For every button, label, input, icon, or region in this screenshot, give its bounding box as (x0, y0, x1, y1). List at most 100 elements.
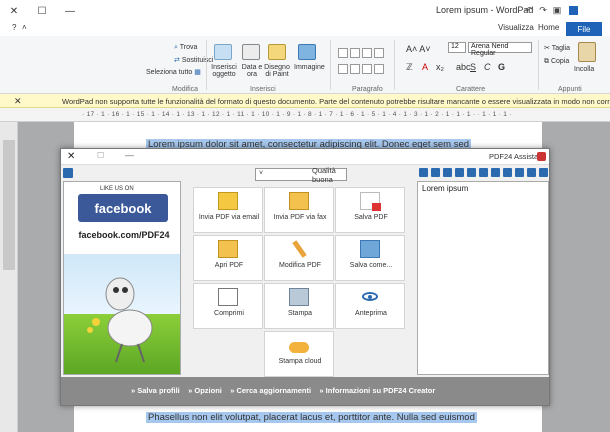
strikethrough-icon[interactable]: abc (456, 62, 471, 72)
tab-file[interactable]: File (566, 22, 602, 36)
toolbar-icon[interactable] (431, 168, 440, 177)
edit-pdf-button[interactable]: Modifica PDF (264, 235, 334, 281)
pdf24-dialog: ✕ ☐ — PDF24 Assistant ˅ Qualità buona LI… (60, 148, 550, 406)
dialog-close-button[interactable]: ✕ (67, 151, 75, 162)
ribbon-separator (538, 40, 539, 90)
close-infobar-icon[interactable]: ✕ (14, 96, 22, 107)
facebook-banner: LIKE US ON facebook facebook.com/PDF24 (64, 182, 180, 254)
compress-button[interactable]: Comprimi (193, 283, 263, 329)
outdent-icon[interactable] (374, 64, 384, 74)
about-link[interactable]: » Informazioni su PDF24 Creator (319, 386, 435, 395)
line-spacing-icon[interactable] (350, 64, 360, 74)
bold-icon[interactable]: G (498, 62, 505, 72)
toolbar-icon[interactable] (455, 168, 464, 177)
indent-icon[interactable] (362, 64, 372, 74)
font-name-select[interactable]: Arena Nend Regular (468, 42, 532, 57)
align-icon[interactable] (350, 48, 360, 58)
select-all-button[interactable]: Seleziona tutto ▦ (146, 68, 201, 76)
paste-icon[interactable] (578, 42, 596, 62)
ribbon-collapse-icon[interactable]: ˄ (22, 23, 27, 32)
insert-object-icon[interactable] (214, 44, 232, 60)
ribbon-tabs: ? ˄ Visualizza Home File (0, 22, 610, 36)
paste-label[interactable]: Incolla (574, 66, 594, 73)
pdf24-logo-icon (537, 152, 546, 161)
save-as-button[interactable]: Salva come... (335, 235, 405, 281)
find-button[interactable]: ⌕ Trova (174, 44, 197, 52)
facebook-url: facebook.com/PDF24 (78, 230, 170, 240)
qa-undo-icon[interactable]: ↶ (524, 5, 534, 15)
toolbar-icon[interactable] (503, 168, 512, 177)
qa-save-icon[interactable]: ▣ (552, 5, 562, 15)
toolbar-icon[interactable] (419, 168, 428, 177)
list-item[interactable]: Lorem ipsum (422, 184, 468, 193)
save-profiles-link[interactable]: » Salva profili (131, 386, 180, 395)
fax-pdf-button[interactable]: Invia PDF via fax (264, 187, 334, 233)
quality-select[interactable]: ˅ Qualità buona (255, 166, 347, 184)
font-grow-icon[interactable]: A˄ A˅ (406, 44, 431, 54)
group-paragraph-label: Paragrafo (352, 86, 383, 93)
replace-button[interactable]: ⇄ Sostituisci (174, 56, 213, 64)
help-icon[interactable]: ? (12, 23, 16, 32)
cloud-print-button[interactable]: Stampa cloud (264, 331, 334, 377)
ribbon-separator (206, 40, 207, 90)
toolbar-icon[interactable] (527, 168, 536, 177)
subscript-icon[interactable]: x₂ (436, 62, 444, 72)
find-icon: ⌕ (174, 44, 178, 51)
dialog-maximize-button[interactable]: ☐ (97, 151, 104, 160)
datetime-icon[interactable] (242, 44, 260, 60)
dialog-minimize-button[interactable]: — (125, 150, 134, 160)
dialog-title-bar: ✕ ☐ — PDF24 Assistant (61, 149, 549, 165)
align-icon[interactable] (362, 48, 372, 58)
sheep-mascot-icon (87, 277, 153, 363)
highlight-icon[interactable]: ℤ (406, 62, 413, 73)
list-icon[interactable] (338, 64, 348, 74)
document-list-panel[interactable]: Lorem ipsum (417, 181, 549, 375)
options-link[interactable]: » Opzioni (188, 386, 222, 395)
toolbar-icon[interactable] (491, 168, 500, 177)
preview-button[interactable]: Anteprima (335, 283, 405, 329)
folder-icon (218, 240, 238, 258)
toolbar-icon[interactable] (539, 168, 548, 177)
paint-drawing-icon[interactable] (268, 44, 286, 60)
ruler[interactable]: · 17 · 1 · 16 · 1 · 15 · 1 · 14 · 1 · 13… (0, 108, 610, 122)
print-button[interactable]: Stampa (264, 283, 334, 329)
toolbar-icon[interactable] (479, 168, 488, 177)
save-pdf-icon (360, 192, 381, 211)
compress-icon (218, 288, 238, 306)
minimize-button[interactable]: — (56, 0, 84, 22)
close-button[interactable]: ✕ (0, 0, 28, 22)
toolbar-icon[interactable] (467, 168, 476, 177)
qa-redo-icon[interactable]: ↷ (538, 5, 548, 15)
facebook-ad-panel[interactable]: LIKE US ON facebook facebook.com/PDF24 (63, 181, 181, 375)
maximize-button[interactable]: ☐ (28, 0, 56, 22)
font-color-icon[interactable]: A (422, 62, 428, 72)
fax-icon (289, 192, 309, 210)
select-all-icon: ▦ (194, 69, 201, 76)
scrollbar-thumb[interactable] (3, 140, 15, 270)
app-icon (568, 5, 578, 15)
italic-icon[interactable]: C (484, 62, 491, 72)
tab-home[interactable]: Home (538, 23, 559, 32)
image-icon[interactable] (298, 44, 316, 60)
check-updates-link[interactable]: » Cerca aggiornamenti (230, 386, 311, 395)
align-icon[interactable] (374, 48, 384, 58)
save-as-icon (360, 240, 380, 258)
toolbar-icon[interactable] (515, 168, 524, 177)
vertical-scrollbar[interactable] (0, 122, 18, 432)
tab-view[interactable]: Visualizza (498, 23, 534, 32)
dialog-toolbar (417, 166, 549, 179)
font-size-select[interactable]: 12 (448, 42, 466, 53)
email-pdf-button[interactable]: Invia PDF via email (193, 187, 263, 233)
align-icon[interactable] (338, 48, 348, 58)
pencil-icon (289, 240, 309, 258)
printer-icon (289, 288, 309, 306)
document-line[interactable]: Phasellus non elit volutpat, placerat la… (146, 412, 477, 423)
toolbar-icon[interactable] (443, 168, 452, 177)
cut-button[interactable]: ✂ Taglia (544, 44, 570, 52)
save-pdf-button[interactable]: Salva PDF (335, 187, 405, 233)
open-pdf-button[interactable]: Apri PDF (193, 235, 263, 281)
ribbon-separator (394, 40, 395, 90)
refresh-icon[interactable] (63, 168, 73, 178)
paint-drawing-label: Disegno di Paint (264, 64, 290, 78)
copy-button[interactable]: ⧉ Copia (544, 58, 569, 66)
